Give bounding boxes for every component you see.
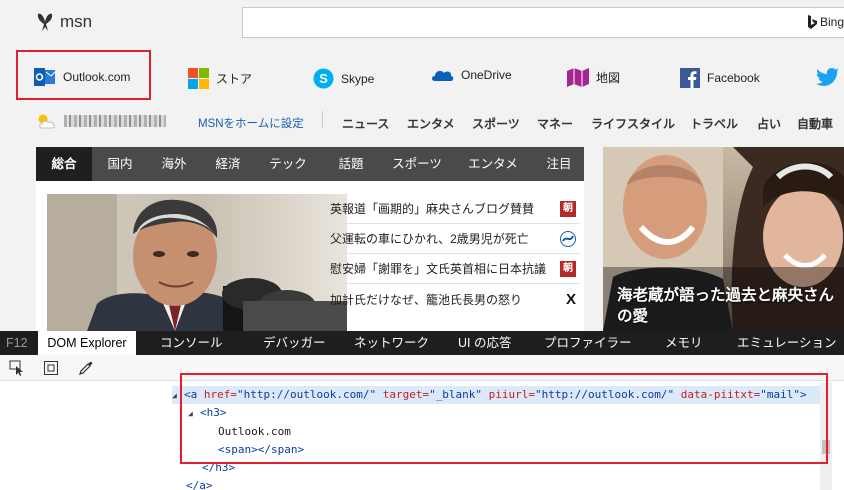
lead-story-photo[interactable]	[47, 194, 347, 331]
msn-logo-text: msn	[60, 12, 93, 31]
quicklink-facebook[interactable]: Facebook	[680, 68, 760, 88]
skype-icon: S	[313, 68, 334, 89]
devtools-left-gutter	[0, 382, 166, 490]
subnav-item-money[interactable]: マネー	[537, 115, 573, 132]
quicklink-onedrive[interactable]: OneDrive	[431, 68, 512, 82]
msn-logo[interactable]: msn	[36, 12, 92, 32]
subnav-item-travel[interactable]: トラベル	[690, 115, 738, 132]
headline-list: 英報道「画期的」麻央さんブログ賛賛 朝 父運転の車にひかれ、2歳男児が死亡 慰安…	[330, 194, 580, 314]
color-picker-icon[interactable]	[78, 360, 94, 376]
msn-header: msn Bing	[0, 0, 844, 48]
partly-sunny-icon	[38, 114, 55, 129]
tab-trending[interactable]: 話題	[320, 147, 382, 181]
source-logo-icon	[560, 230, 576, 247]
subnav-item-entertainment[interactable]: エンタメ	[407, 115, 455, 132]
svg-text:S: S	[319, 71, 328, 86]
headline-row[interactable]: 英報道「画期的」麻央さんブログ賛賛 朝	[330, 194, 580, 224]
tag-close: </a>	[186, 479, 213, 490]
onedrive-icon	[432, 70, 454, 81]
source-badge-x: X	[565, 290, 576, 308]
headline-row[interactable]: 慰安婦「謝罪を」文氏英首相に日本抗議 朝	[330, 254, 580, 284]
quicklink-maps[interactable]: 地図	[567, 68, 620, 87]
quicklink-label: Facebook	[707, 71, 760, 85]
highlight-element-icon[interactable]	[43, 360, 59, 376]
tab-tech[interactable]: テック	[256, 147, 320, 181]
devtools-tab-console[interactable]: コンソール	[160, 331, 223, 355]
devtools-tab-ui-responsiveness[interactable]: UI の応答	[458, 331, 511, 355]
twitter-icon	[817, 68, 839, 86]
tab-economy[interactable]: 経済	[200, 147, 256, 181]
subnav-item-sports[interactable]: スポーツ	[472, 115, 520, 132]
devtools-tab-network[interactable]: ネットワーク	[354, 331, 429, 355]
top-stories-panel: 英報道「画期的」麻央さんブログ賛賛 朝 父運転の車にひかれ、2歳男児が死亡 慰安…	[36, 181, 584, 331]
subnav-item-fortune[interactable]: 占い	[757, 115, 781, 132]
tab-top-stories[interactable]: 総合	[36, 147, 92, 181]
featured-story[interactable]: 海老蔵が語った過去と麻央さんの愛	[603, 147, 844, 331]
tab-featured[interactable]: 注目	[534, 147, 584, 181]
quicklink-store[interactable]: ストア	[188, 68, 252, 89]
news-category-tabs: 総合 国内 海外 経済 テック 話題 スポーツ エンタメ 注目	[36, 147, 584, 181]
source-badge-asahi: 朝	[560, 260, 576, 277]
bing-icon	[807, 15, 817, 29]
subnav-divider	[322, 111, 323, 128]
devtools-tab-profiler[interactable]: プロファイラー	[544, 331, 632, 355]
subnav-bar: MSNをホームに設定 ニュース エンタメ スポーツ マネー ライフスタイル トラ…	[0, 108, 844, 134]
bing-label: Bing	[819, 15, 844, 29]
maps-icon	[567, 68, 589, 87]
weather-widget[interactable]	[36, 113, 166, 129]
tab-sports[interactable]: スポーツ	[382, 147, 452, 181]
headline-text[interactable]: 慰安婦「謝罪を」文氏英首相に日本抗議	[330, 260, 546, 277]
set-homepage-link[interactable]: MSNをホームに設定	[198, 115, 304, 131]
headline-row[interactable]: 父運転の車にひかれ、2歳男児が死亡	[330, 224, 580, 254]
msn-butterfly-icon	[37, 13, 53, 31]
subnav-item-autos[interactable]: 自動車	[797, 115, 833, 132]
store-icon	[188, 68, 209, 89]
bing-search-button[interactable]: Bing	[807, 15, 844, 29]
subnav-item-news[interactable]: ニュース	[342, 115, 389, 132]
devtools-tab-dom-explorer[interactable]: DOM Explorer	[38, 331, 136, 355]
featured-caption[interactable]: 海老蔵が語った過去と麻央さんの愛	[617, 285, 842, 327]
select-element-icon[interactable]	[9, 360, 25, 376]
outlook-highlight-box	[16, 50, 151, 100]
headline-text[interactable]: 英報道「画期的」麻央さんブログ賛賛	[330, 200, 534, 217]
devtools-tab-bar: F12 DOM Explorer コンソール デバッガー ネットワーク UI の…	[0, 331, 844, 355]
search-input[interactable]: Bing	[242, 7, 844, 38]
devtools-tab-emulation[interactable]: エミュレーション	[737, 331, 837, 355]
dom-highlight-box	[180, 373, 828, 464]
headline-text[interactable]: 加計氏だけなぜ、籠池氏長男の怒り	[330, 291, 522, 308]
politician-photo	[47, 194, 347, 331]
tab-domestic[interactable]: 国内	[92, 147, 148, 181]
quicklink-label: OneDrive	[461, 68, 512, 82]
devtools-tab-debugger[interactable]: デバッガー	[263, 331, 326, 355]
devtools-tab-memory[interactable]: メモリ	[665, 331, 703, 355]
quicklink-twitter[interactable]	[817, 68, 839, 86]
dom-node-anchor-close[interactable]: </a>	[186, 477, 213, 490]
tab-international[interactable]: 海外	[148, 147, 200, 181]
f12-label: F12	[6, 336, 28, 350]
source-badge-asahi: 朝	[560, 200, 576, 217]
subnav-item-lifestyle[interactable]: ライフスタイル	[591, 115, 675, 132]
tab-entertainment[interactable]: エンタメ	[452, 147, 534, 181]
quicklink-skype[interactable]: S Skype	[313, 68, 374, 89]
quicklink-label: ストア	[216, 72, 253, 86]
quicklink-label: 地図	[596, 71, 621, 85]
quicklink-label: Skype	[341, 71, 375, 86]
headline-row[interactable]: 加計氏だけなぜ、籠池氏長男の怒り X	[330, 284, 580, 314]
facebook-icon	[680, 68, 700, 88]
weather-blurred-text	[64, 115, 166, 127]
headline-text[interactable]: 父運転の車にひかれ、2歳男児が死亡	[330, 230, 529, 247]
